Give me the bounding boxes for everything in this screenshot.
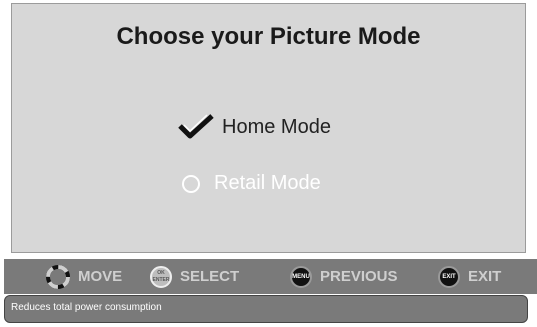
enter-key-label: ENTER bbox=[152, 276, 170, 283]
page-title: Choose your Picture Mode bbox=[116, 23, 421, 50]
nav-exit: EXIT EXIT bbox=[438, 259, 501, 294]
dpad-icon bbox=[46, 264, 70, 289]
nav-select: OK ENTER SELECT bbox=[150, 259, 239, 294]
ok-enter-button-icon: OK ENTER bbox=[150, 265, 172, 288]
radio-unselected-icon bbox=[182, 174, 200, 193]
picture-mode-screen: Choose your Picture Mode Home Mode Retai… bbox=[0, 0, 537, 327]
ok-key-label: OK bbox=[157, 269, 165, 276]
info-bar: Reduces total power consumption bbox=[4, 295, 528, 323]
nav-previous: MENU PREVIOUS bbox=[290, 259, 398, 294]
option-retail-mode[interactable]: Retail Mode bbox=[182, 172, 321, 195]
option-home-mode[interactable]: Home Mode bbox=[176, 112, 331, 142]
picture-mode-panel: Choose your Picture Mode Home Mode Retai… bbox=[11, 3, 526, 253]
navigation-hint-bar: MOVE OK ENTER SELECT MENU PREVIOUS EXIT … bbox=[4, 259, 537, 294]
nav-move: MOVE bbox=[46, 259, 122, 294]
nav-exit-label: EXIT bbox=[468, 268, 502, 285]
exit-button-icon: EXIT bbox=[438, 265, 460, 288]
checkmark-icon bbox=[178, 114, 214, 139]
option-retail-mode-label: Retail Mode bbox=[214, 172, 321, 194]
nav-move-label: MOVE bbox=[78, 268, 123, 285]
info-text: Reduces total power consumption bbox=[11, 302, 162, 313]
nav-previous-label: PREVIOUS bbox=[320, 268, 398, 285]
menu-button-icon: MENU bbox=[290, 265, 312, 288]
nav-select-label: SELECT bbox=[180, 268, 240, 285]
option-home-mode-label: Home Mode bbox=[222, 115, 331, 138]
